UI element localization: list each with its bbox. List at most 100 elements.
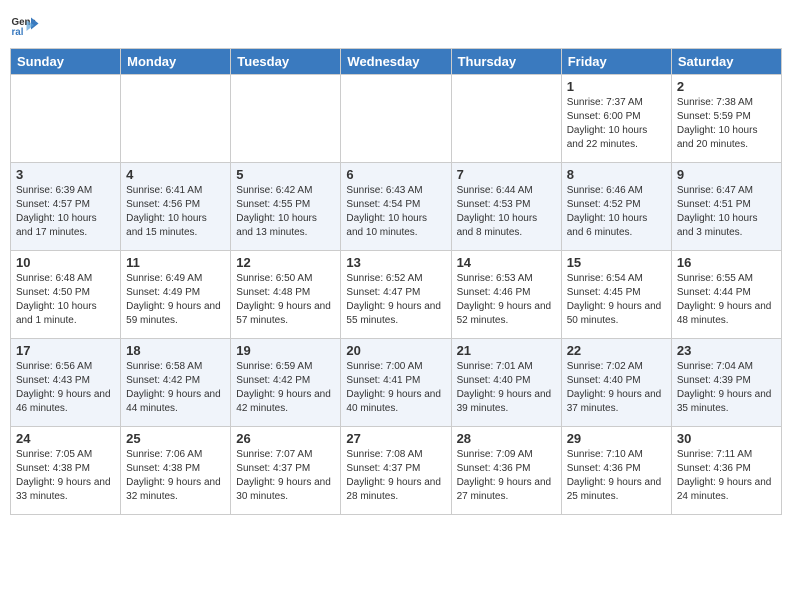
day-info: Sunrise: 7:04 AM Sunset: 4:39 PM Dayligh…: [677, 360, 776, 416]
weekday-header: Sunday: [11, 49, 121, 75]
header: Gene ral: [10, 10, 782, 40]
calendar-day: [231, 75, 341, 163]
calendar-week-row: 17 Sunrise: 6:56 AM Sunset: 4:43 PM Dayli…: [11, 339, 782, 427]
day-number: 28: [457, 431, 556, 446]
calendar-day: 1 Sunrise: 7:37 AM Sunset: 6:00 PM Daylig…: [561, 75, 671, 163]
day-number: 1: [567, 79, 666, 94]
day-number: 3: [16, 167, 115, 182]
day-number: 20: [346, 343, 445, 358]
day-info: Sunrise: 6:58 AM Sunset: 4:42 PM Dayligh…: [126, 360, 225, 416]
calendar-week-row: 1 Sunrise: 7:37 AM Sunset: 6:00 PM Daylig…: [11, 75, 782, 163]
weekday-header: Friday: [561, 49, 671, 75]
day-number: 21: [457, 343, 556, 358]
day-number: 5: [236, 167, 335, 182]
day-info: Sunrise: 7:00 AM Sunset: 4:41 PM Dayligh…: [346, 360, 445, 416]
day-info: Sunrise: 6:50 AM Sunset: 4:48 PM Dayligh…: [236, 272, 335, 328]
day-number: 9: [677, 167, 776, 182]
logo: Gene ral: [10, 10, 44, 40]
day-number: 18: [126, 343, 225, 358]
calendar-day: 30 Sunrise: 7:11 AM Sunset: 4:36 PM Dayli…: [671, 427, 781, 515]
calendar-day: 11 Sunrise: 6:49 AM Sunset: 4:49 PM Dayli…: [121, 251, 231, 339]
day-number: 12: [236, 255, 335, 270]
day-number: 6: [346, 167, 445, 182]
day-number: 11: [126, 255, 225, 270]
day-number: 29: [567, 431, 666, 446]
day-info: Sunrise: 6:52 AM Sunset: 4:47 PM Dayligh…: [346, 272, 445, 328]
logo-icon: Gene ral: [10, 10, 40, 40]
day-number: 13: [346, 255, 445, 270]
day-number: 10: [16, 255, 115, 270]
day-number: 30: [677, 431, 776, 446]
calendar-day: 2 Sunrise: 7:38 AM Sunset: 5:59 PM Daylig…: [671, 75, 781, 163]
calendar-day: [11, 75, 121, 163]
day-info: Sunrise: 7:06 AM Sunset: 4:38 PM Dayligh…: [126, 448, 225, 504]
calendar-day: 24 Sunrise: 7:05 AM Sunset: 4:38 PM Dayli…: [11, 427, 121, 515]
calendar-day: 27 Sunrise: 7:08 AM Sunset: 4:37 PM Dayli…: [341, 427, 451, 515]
calendar-day: 25 Sunrise: 7:06 AM Sunset: 4:38 PM Dayli…: [121, 427, 231, 515]
day-info: Sunrise: 7:08 AM Sunset: 4:37 PM Dayligh…: [346, 448, 445, 504]
day-number: 24: [16, 431, 115, 446]
calendar-day: 15Sunrise: 6:54 AM Sunset: 4:45 PM Dayli…: [561, 251, 671, 339]
calendar-day: 5 Sunrise: 6:42 AM Sunset: 4:55 PM Daylig…: [231, 163, 341, 251]
day-info: Sunrise: 7:11 AM Sunset: 4:36 PM Dayligh…: [677, 448, 776, 504]
calendar-week-row: 24 Sunrise: 7:05 AM Sunset: 4:38 PM Dayli…: [11, 427, 782, 515]
day-info: Sunrise: 6:48 AM Sunset: 4:50 PM Dayligh…: [16, 272, 115, 328]
day-info: Sunrise: 7:38 AM Sunset: 5:59 PM Dayligh…: [677, 96, 776, 152]
weekday-header: Wednesday: [341, 49, 451, 75]
day-info: Sunrise: 6:43 AM Sunset: 4:54 PM Dayligh…: [346, 184, 445, 240]
day-number: 2: [677, 79, 776, 94]
day-number: 22: [567, 343, 666, 358]
weekday-header: Thursday: [451, 49, 561, 75]
calendar-day: 29 Sunrise: 7:10 AM Sunset: 4:36 PM Dayli…: [561, 427, 671, 515]
day-number: 17: [16, 343, 115, 358]
day-info: Sunrise: 6:39 AM Sunset: 4:57 PM Dayligh…: [16, 184, 115, 240]
day-info: Sunrise: 6:42 AM Sunset: 4:55 PM Dayligh…: [236, 184, 335, 240]
calendar-day: 21 Sunrise: 7:01 AM Sunset: 4:40 PM Dayli…: [451, 339, 561, 427]
calendar-day: 4 Sunrise: 6:41 AM Sunset: 4:56 PM Daylig…: [121, 163, 231, 251]
day-info: Sunrise: 7:01 AM Sunset: 4:40 PM Dayligh…: [457, 360, 556, 416]
day-info: Sunrise: 7:37 AM Sunset: 6:00 PM Dayligh…: [567, 96, 666, 152]
calendar-day: [451, 75, 561, 163]
calendar-day: 13 Sunrise: 6:52 AM Sunset: 4:47 PM Dayli…: [341, 251, 451, 339]
calendar-day: 16Sunrise: 6:55 AM Sunset: 4:44 PM Dayli…: [671, 251, 781, 339]
weekday-header: Saturday: [671, 49, 781, 75]
day-info: Sunrise: 7:10 AM Sunset: 4:36 PM Dayligh…: [567, 448, 666, 504]
day-info: Sunrise: 6:46 AM Sunset: 4:52 PM Dayligh…: [567, 184, 666, 240]
day-number: 26: [236, 431, 335, 446]
day-number: 16: [677, 255, 776, 270]
day-info: Sunrise: 7:07 AM Sunset: 4:37 PM Dayligh…: [236, 448, 335, 504]
calendar: SundayMondayTuesdayWednesdayThursdayFrid…: [10, 48, 782, 515]
day-number: 14: [457, 255, 556, 270]
calendar-day: 12 Sunrise: 6:50 AM Sunset: 4:48 PM Dayli…: [231, 251, 341, 339]
calendar-day: [121, 75, 231, 163]
calendar-day: 9 Sunrise: 6:47 AM Sunset: 4:51 PM Daylig…: [671, 163, 781, 251]
calendar-day: [341, 75, 451, 163]
day-number: 25: [126, 431, 225, 446]
calendar-day: 22 Sunrise: 7:02 AM Sunset: 4:40 PM Dayli…: [561, 339, 671, 427]
day-number: 15: [567, 255, 666, 270]
day-info: Sunrise: 6:47 AM Sunset: 4:51 PM Dayligh…: [677, 184, 776, 240]
calendar-day: 6 Sunrise: 6:43 AM Sunset: 4:54 PM Daylig…: [341, 163, 451, 251]
day-number: 4: [126, 167, 225, 182]
calendar-day: 3 Sunrise: 6:39 AM Sunset: 4:57 PM Daylig…: [11, 163, 121, 251]
day-info: Sunrise: 6:59 AM Sunset: 4:42 PM Dayligh…: [236, 360, 335, 416]
calendar-day: 8 Sunrise: 6:46 AM Sunset: 4:52 PM Daylig…: [561, 163, 671, 251]
day-number: 23: [677, 343, 776, 358]
calendar-week-row: 3 Sunrise: 6:39 AM Sunset: 4:57 PM Daylig…: [11, 163, 782, 251]
day-info: Sunrise: 6:41 AM Sunset: 4:56 PM Dayligh…: [126, 184, 225, 240]
day-info: Sunrise: 7:05 AM Sunset: 4:38 PM Dayligh…: [16, 448, 115, 504]
day-info: Sunrise: 6:56 AM Sunset: 4:43 PM Dayligh…: [16, 360, 115, 416]
calendar-day: 23 Sunrise: 7:04 AM Sunset: 4:39 PM Dayli…: [671, 339, 781, 427]
calendar-day: 28Sunrise: 7:09 AM Sunset: 4:36 PM Dayli…: [451, 427, 561, 515]
calendar-day: 10 Sunrise: 6:48 AM Sunset: 4:50 PM Dayli…: [11, 251, 121, 339]
day-info: Sunrise: 7:02 AM Sunset: 4:40 PM Dayligh…: [567, 360, 666, 416]
day-info: Sunrise: 6:53 AM Sunset: 4:46 PM Dayligh…: [457, 272, 556, 328]
calendar-day: 19Sunrise: 6:59 AM Sunset: 4:42 PM Dayli…: [231, 339, 341, 427]
day-number: 27: [346, 431, 445, 446]
calendar-day: 26 Sunrise: 7:07 AM Sunset: 4:37 PM Dayli…: [231, 427, 341, 515]
calendar-day: 14 Sunrise: 6:53 AM Sunset: 4:46 PM Dayli…: [451, 251, 561, 339]
day-number: 8: [567, 167, 666, 182]
day-info: Sunrise: 6:49 AM Sunset: 4:49 PM Dayligh…: [126, 272, 225, 328]
weekday-header: Monday: [121, 49, 231, 75]
calendar-day: 17 Sunrise: 6:56 AM Sunset: 4:43 PM Dayli…: [11, 339, 121, 427]
